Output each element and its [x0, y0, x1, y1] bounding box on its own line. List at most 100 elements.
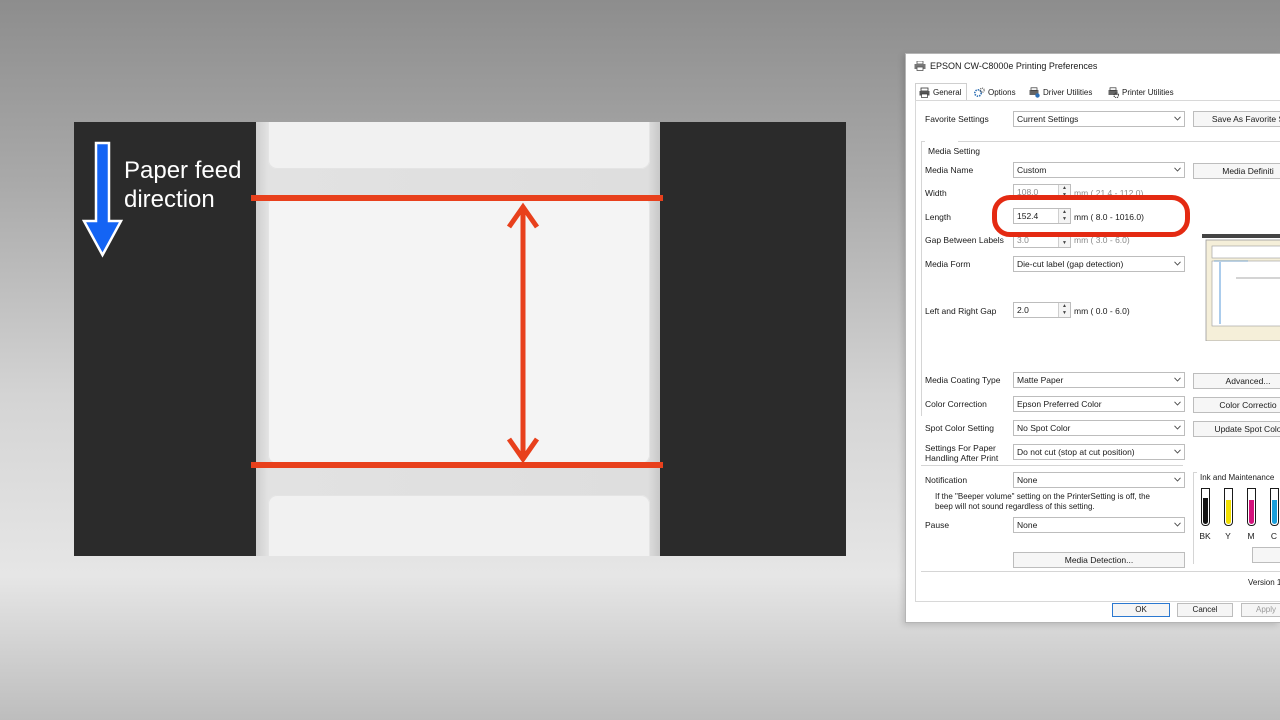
- update-spot-color-button[interactable]: Update Spot Colo: [1193, 421, 1280, 437]
- label-above: [268, 122, 650, 169]
- tab-general[interactable]: General: [915, 83, 968, 101]
- media-name-value: Custom: [1017, 165, 1047, 175]
- beeper-note-line-1: If the "Beeper volume" setting on the Pr…: [935, 492, 1150, 501]
- media-name-select[interactable]: Custom: [1013, 162, 1185, 178]
- measure-line-bottom: [251, 462, 663, 468]
- title-bar: EPSON CW-C8000e Printing Preferences: [906, 54, 1280, 78]
- spot-color-setting-label: Spot Color Setting: [925, 423, 994, 433]
- spot-color-setting-select[interactable]: No Spot Color: [1013, 420, 1185, 436]
- ink-partial-button[interactable]: F: [1252, 547, 1280, 563]
- color-correction-label: Color Correction: [925, 399, 987, 409]
- ink-label-m: M: [1247, 531, 1255, 541]
- favorite-settings-value: Current Settings: [1017, 114, 1079, 124]
- cancel-button[interactable]: Cancel: [1177, 603, 1233, 617]
- ink-cartridge-y: [1224, 488, 1233, 526]
- media-form-label: Media Form: [925, 259, 971, 269]
- general-tab-panel: Favorite Settings Current Settings Save …: [915, 100, 1280, 602]
- ok-button[interactable]: OK: [1112, 603, 1170, 617]
- chevron-down-icon: [1174, 167, 1181, 172]
- media-form-select[interactable]: Die-cut label (gap detection): [1013, 256, 1185, 272]
- favorite-settings-label: Favorite Settings: [925, 114, 989, 124]
- feed-caption-line-2: direction: [124, 186, 215, 213]
- advanced-button[interactable]: Advanced...: [1193, 373, 1280, 389]
- ink-cartridge-c: [1270, 488, 1279, 526]
- beeper-note-line-2: beep will not sound regardless of this s…: [935, 502, 1095, 511]
- media-form-value: Die-cut label (gap detection): [1017, 259, 1124, 269]
- group-border: [958, 141, 1280, 142]
- pause-select[interactable]: None: [1013, 517, 1185, 533]
- media-coating-type-value: Matte Paper: [1017, 375, 1064, 385]
- media-coating-type-select[interactable]: Matte Paper: [1013, 372, 1185, 388]
- ink-label-bk: BK: [1199, 531, 1211, 541]
- label-measured: [268, 196, 650, 464]
- chevron-down-icon: [1174, 477, 1181, 482]
- tab-printer-utilities-label: Printer Utilities: [1122, 87, 1174, 97]
- group-border: [921, 141, 922, 416]
- chevron-down-icon: [1174, 425, 1181, 430]
- tab-driver-utilities-label: Driver Utilities: [1043, 87, 1093, 97]
- media-name-label: Media Name: [925, 165, 974, 175]
- ink-maintenance-title: Ink and Maintenance: [1200, 473, 1275, 482]
- media-detection-button[interactable]: Media Detection...: [1013, 552, 1185, 568]
- gears-icon: [974, 87, 985, 97]
- printer-icon: [914, 61, 926, 71]
- chevron-down-icon: [1174, 401, 1181, 406]
- gap-between-labels-label: Gap Between Labels: [925, 235, 1004, 245]
- chevron-down-icon: [1174, 116, 1181, 121]
- feed-direction-arrow-icon: [82, 141, 124, 258]
- feed-caption-line-1: Paper feed: [124, 157, 242, 184]
- length-double-arrow-icon: [506, 202, 540, 464]
- ink-level-m: [1249, 499, 1254, 524]
- media-setting-group-title: Media Setting: [928, 146, 980, 156]
- pause-value: None: [1017, 520, 1038, 530]
- tab-printer-utilities[interactable]: Printer Utilities: [1108, 84, 1174, 100]
- left-right-gap-label: Left and Right Gap: [925, 306, 997, 316]
- apply-button[interactable]: Apply: [1241, 603, 1280, 617]
- separator: [921, 465, 1183, 466]
- favorite-settings-select[interactable]: Current Settings: [1013, 111, 1185, 127]
- measure-line-top: [251, 195, 663, 201]
- color-correction-value: Epson Preferred Color: [1017, 399, 1102, 409]
- spot-color-setting-value: No Spot Color: [1017, 423, 1071, 433]
- ink-group-border: [1193, 472, 1194, 564]
- media-preview-diagram: [1202, 234, 1280, 341]
- printer-tools-icon: [1029, 86, 1040, 98]
- chevron-down-icon: [1174, 449, 1181, 454]
- after-print-value: Do not cut (stop at cut position): [1017, 447, 1135, 457]
- version-text: Version 1: [1248, 578, 1280, 587]
- left-right-gap-value: 2.0: [1017, 305, 1029, 315]
- tab-driver-utilities[interactable]: Driver Utilities: [1029, 84, 1092, 100]
- ink-level-c: [1272, 499, 1277, 524]
- dialog-title: EPSON CW-C8000e Printing Preferences: [930, 61, 1098, 71]
- after-print-select[interactable]: Do not cut (stop at cut position): [1013, 444, 1185, 460]
- ink-label-c: C: [1270, 531, 1278, 541]
- ink-cartridge-bk: [1201, 488, 1210, 526]
- separator: [921, 571, 1280, 572]
- printer-icon: [919, 87, 930, 98]
- label-photo: Paper feed direction: [74, 122, 846, 556]
- notification-value: None: [1017, 475, 1038, 485]
- save-as-favorite-button[interactable]: Save As Favorite S: [1193, 111, 1280, 127]
- length-highlight-ring: [992, 195, 1190, 237]
- chevron-down-icon: [1174, 377, 1181, 382]
- ink-level-bk: [1203, 498, 1208, 524]
- media-coating-type-label: Media Coating Type: [925, 375, 1001, 385]
- media-definition-button[interactable]: Media Definiti: [1193, 163, 1280, 179]
- left-right-gap-spinner[interactable]: 2.0 ▲ ▼: [1013, 302, 1071, 318]
- notification-label: Notification: [925, 475, 968, 485]
- tab-options[interactable]: Options: [974, 84, 1016, 100]
- left-right-gap-range: mm ( 0.0 - 6.0): [1074, 306, 1130, 316]
- chevron-down-icon: [1174, 522, 1181, 527]
- feed-direction-caption: Paper feed direction: [124, 156, 274, 214]
- ink-label-y: Y: [1225, 531, 1231, 541]
- notification-select[interactable]: None: [1013, 472, 1185, 488]
- pause-label: Pause: [925, 520, 950, 530]
- ink-level-y: [1226, 499, 1231, 524]
- tab-general-label: General: [933, 88, 962, 97]
- label-below: [268, 495, 650, 556]
- printing-preferences-dialog: EPSON CW-C8000e Printing Preferences Gen…: [905, 53, 1280, 623]
- spinner-arrows[interactable]: ▲ ▼: [1058, 303, 1070, 317]
- length-label: Length: [925, 212, 951, 222]
- color-correction-button[interactable]: Color Correctio: [1193, 397, 1280, 413]
- color-correction-select[interactable]: Epson Preferred Color: [1013, 396, 1185, 412]
